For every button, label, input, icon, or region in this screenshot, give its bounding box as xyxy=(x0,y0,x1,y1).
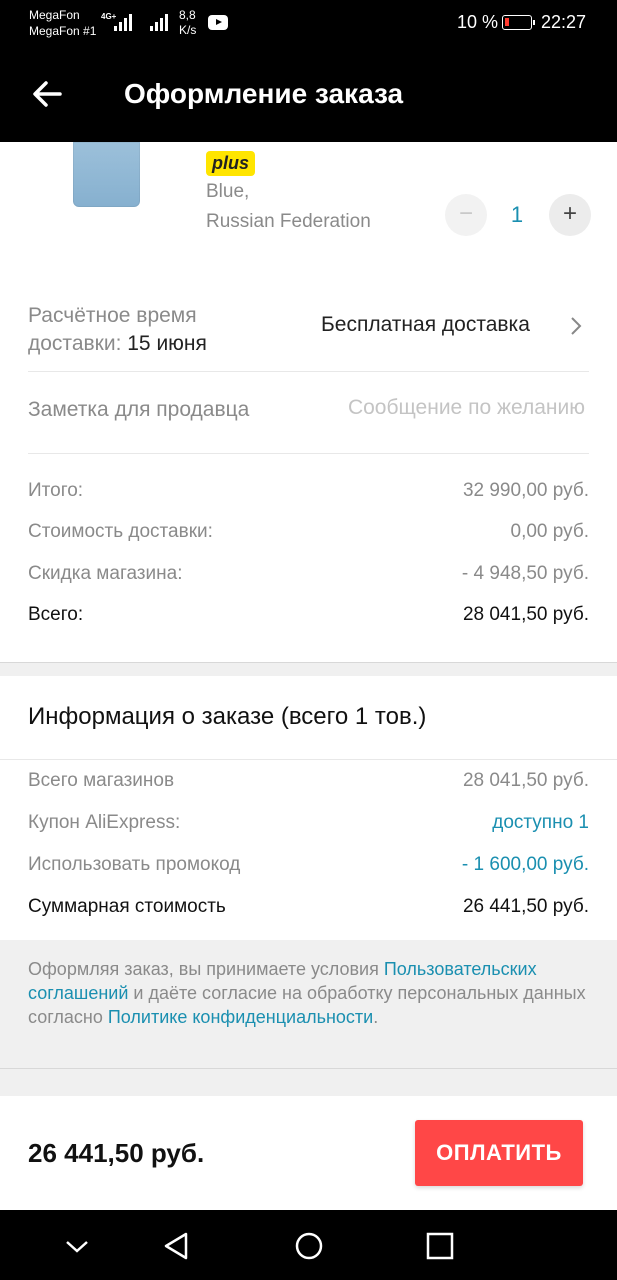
promo-code-value[interactable]: - 1 600,00 руб. xyxy=(462,854,589,876)
shipping-cost-label: Стоимость доставки: xyxy=(28,521,213,542)
plus-badge: plus xyxy=(206,151,256,176)
grand-total-label: Суммарная стоимость xyxy=(28,896,226,917)
network-speed-unit: K/s xyxy=(179,23,197,37)
network-speed-value: 8,8 xyxy=(179,8,196,22)
stores-total-row: Всего магазинов 28 041,50 руб. xyxy=(28,770,589,792)
quantity-increase-button[interactable]: + xyxy=(549,194,591,236)
promo-code-label: Использовать промокод xyxy=(28,854,241,875)
carrier-name: MegaFon xyxy=(29,8,80,22)
network-speed: 8,8 K/s xyxy=(179,8,196,38)
delivery-option[interactable]: Бесплатная доставка xyxy=(321,313,530,337)
product-ship-from: Russian Federation xyxy=(206,211,371,232)
divider xyxy=(28,371,589,372)
delivery-label-line1: Расчётное время xyxy=(28,304,197,327)
quantity-value: 1 xyxy=(510,202,524,227)
stores-total-value: 28 041,50 руб. xyxy=(462,770,589,791)
page-title: Оформление заказа xyxy=(124,78,404,109)
section-separator xyxy=(0,662,617,676)
total-value: 28 041,50 руб. xyxy=(462,604,589,625)
shipping-cost-value: 0,00 руб. xyxy=(510,521,590,542)
arrow-left-icon[interactable] xyxy=(28,76,68,112)
grand-total-value: 26 441,50 руб. xyxy=(462,896,589,917)
store-discount-label: Скидка магазина: xyxy=(28,563,183,584)
clock: 22:27 xyxy=(541,12,587,32)
app-header: Оформление заказа xyxy=(0,46,617,142)
recents-square-icon[interactable] xyxy=(423,1230,457,1262)
chevron-right-icon[interactable] xyxy=(570,316,582,336)
subtotal-value: 32 990,00 руб. xyxy=(462,480,589,501)
signal-strength-icon-2 xyxy=(150,14,168,31)
checkout-total: 26 441,50 руб. xyxy=(28,1138,205,1168)
youtube-icon xyxy=(208,15,228,30)
battery-icon xyxy=(502,15,535,30)
carrier-name-secondary: MegaFon #1 xyxy=(29,24,97,38)
terms-text-part1: Оформляя заказ, вы принимаете условия xyxy=(28,959,384,979)
home-circle-icon[interactable] xyxy=(292,1230,326,1262)
subtotal-label: Итого: xyxy=(28,480,84,501)
section-separator xyxy=(0,1068,617,1096)
stores-total-label: Всего магазинов xyxy=(28,770,175,791)
system-nav-bar xyxy=(0,1210,617,1280)
back-triangle-icon[interactable] xyxy=(160,1230,194,1262)
terms-text: Оформляя заказ, вы принимаете условия По… xyxy=(28,957,588,1029)
total-row: Всего: 28 041,50 руб. xyxy=(28,604,589,626)
coupon-row[interactable]: Купон AliExpress: доступно 1 xyxy=(28,812,589,834)
signal-strength-icon xyxy=(114,14,132,31)
product-color: Blue, xyxy=(206,181,250,202)
delivery-label-line2: доставки: xyxy=(28,332,122,355)
seller-note-label: Заметка для продавца xyxy=(28,398,250,421)
delivery-time-label: Расчётное время доставки: 15 июня xyxy=(28,302,207,358)
battery-percent: 10 % xyxy=(457,12,499,32)
promo-code-row[interactable]: Использовать промокод - 1 600,00 руб. xyxy=(28,854,589,876)
store-discount-row: Скидка магазина: - 4 948,50 руб. xyxy=(28,563,589,585)
terms-text-part3: . xyxy=(373,1007,379,1027)
store-discount-value: - 4 948,50 руб. xyxy=(461,563,589,584)
product-image[interactable] xyxy=(73,142,140,207)
privacy-policy-link[interactable]: Политике конфиденциальности xyxy=(108,1007,373,1027)
order-info-title: Информация о заказе (всего 1 тов.) xyxy=(28,703,427,730)
shipping-cost-row: Стоимость доставки: 0,00 руб. xyxy=(28,521,589,543)
divider xyxy=(0,759,617,760)
divider xyxy=(28,453,589,454)
carrier-info: MegaFon MegaFon #1 xyxy=(29,7,96,39)
pay-button[interactable]: ОПЛАТИТЬ xyxy=(415,1120,583,1186)
subtotal-row: Итого: 32 990,00 руб. xyxy=(28,480,589,502)
total-label: Всего: xyxy=(28,604,84,625)
delivery-date: 15 июня xyxy=(127,332,207,355)
quantity-decrease-button[interactable]: − xyxy=(445,194,487,236)
coupon-value-link[interactable]: доступно 1 xyxy=(492,812,589,834)
chevron-down-icon[interactable] xyxy=(60,1230,94,1262)
status-bar: MegaFon MegaFon #1 4G+ 8,8 K/s 10 % 22:2… xyxy=(0,0,617,46)
coupon-label: Купон AliExpress: xyxy=(28,812,181,833)
seller-note-input[interactable] xyxy=(300,396,585,420)
grand-total-row: Суммарная стоимость 26 441,50 руб. xyxy=(28,896,589,918)
